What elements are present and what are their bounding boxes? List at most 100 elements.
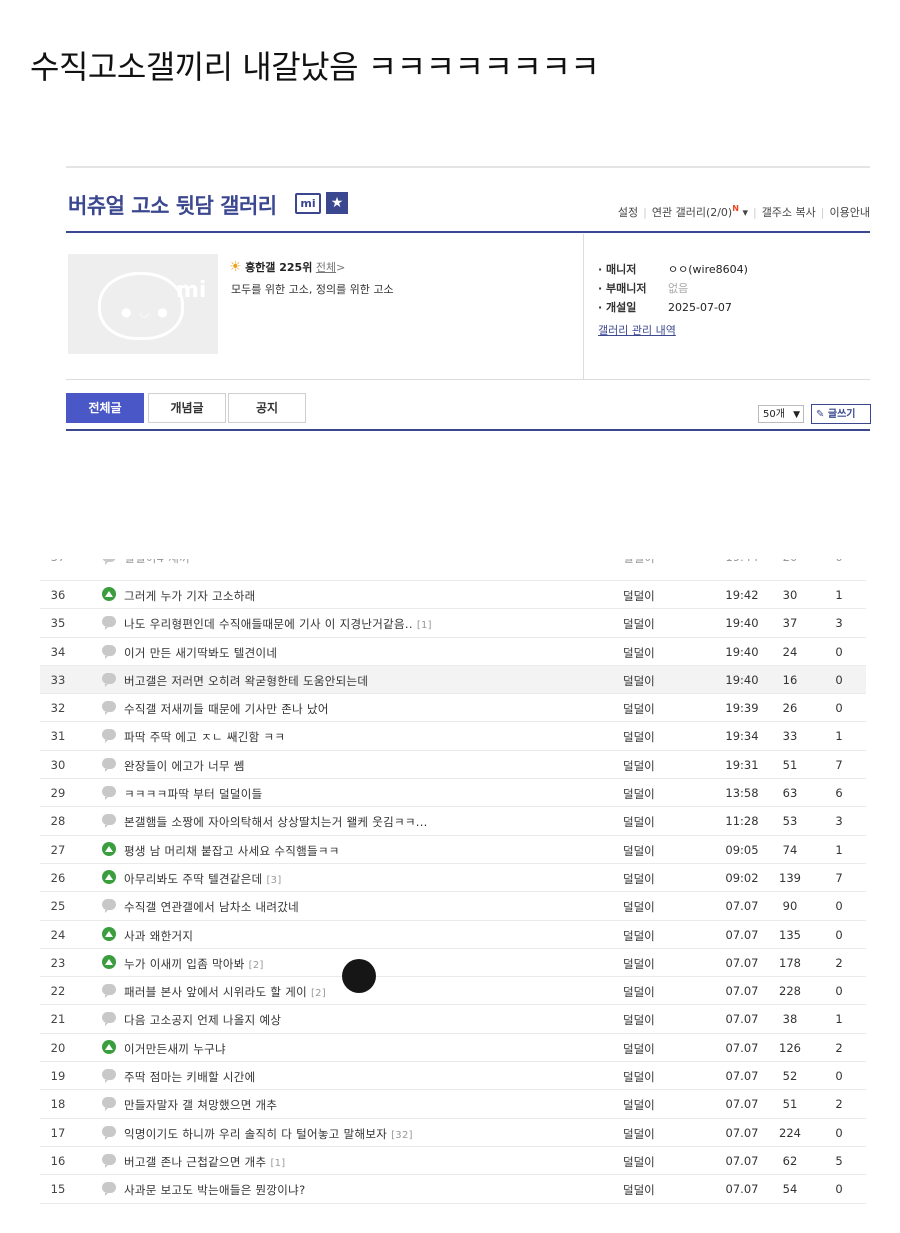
gallery-history-link[interactable]: 갤러리 관리 내역 xyxy=(598,324,676,337)
reply-count[interactable]: [2] xyxy=(249,960,264,971)
post-writer[interactable]: 덜덜이 xyxy=(623,758,655,774)
table-row[interactable]: 33 버고갤은 저러면 오히려 왁굳형한테 도움안되는데 덜덜이 19:40 16 0 xyxy=(40,665,866,695)
post-writer[interactable]: 덜덜이 xyxy=(623,1182,655,1198)
post-writer[interactable]: 덜덜이 xyxy=(623,871,655,887)
reply-count[interactable]: [2] xyxy=(311,988,326,999)
copy-address-link[interactable]: 갤주소 복사 xyxy=(762,206,816,219)
post-list: 37덜덜이4 새끼덜덜이19:4420036그러게 누가 기자 고소하래덜덜이1… xyxy=(40,559,866,1204)
table-row[interactable]: 32 수직갤 저새끼들 때문에 기사만 존나 났어 덜덜이 19:39 26 0 xyxy=(40,694,866,723)
post-title-link[interactable]: 아무리봐도 주딱 텔견같은데 [3] xyxy=(124,871,282,887)
post-title-link[interactable]: ㅋㅋㅋㅋ파딱 부터 덜덜이들 xyxy=(124,786,266,802)
related-gallery-link[interactable]: 연관 갤러리(2/0) xyxy=(652,206,732,219)
new-badge: N xyxy=(732,204,739,213)
chevron-down-icon[interactable]: ▾ xyxy=(742,206,748,219)
post-date: 13:58 xyxy=(725,786,759,801)
table-row[interactable]: 30 완장들이 에고가 너무 쎔 덜덜이 19:31 51 7 xyxy=(40,751,866,780)
rank-all-link[interactable]: 전체 xyxy=(316,261,336,274)
reply-count[interactable]: [32] xyxy=(391,1130,413,1141)
post-writer[interactable]: 덜덜이 xyxy=(623,673,655,689)
post-title-link[interactable]: 덜덜이4 새끼 xyxy=(124,559,194,566)
post-title-link[interactable]: 평생 남 머리채 붙잡고 사세요 수직햄들ㅋㅋ xyxy=(124,843,344,859)
reply-count[interactable]: [1] xyxy=(417,620,432,631)
post-title-link[interactable]: 이거 만든 새기딱봐도 텔견이네 xyxy=(124,645,281,661)
post-writer[interactable]: 덜덜이 xyxy=(623,956,655,972)
post-title-link[interactable]: 완장들이 에고가 너무 쎔 xyxy=(124,758,249,774)
post-writer[interactable]: 덜덜이 xyxy=(623,928,655,944)
table-row[interactable]: 37 덜덜이4 새끼 덜덜이 19:4420 0 xyxy=(40,559,866,581)
post-title-link[interactable]: 수직갤 저새끼들 때문에 기사만 존나 났어 xyxy=(124,701,333,717)
post-title-link[interactable]: 버고갤 존나 근첩같으면 개추 [1] xyxy=(124,1154,286,1170)
post-writer[interactable]: 덜덜이 xyxy=(623,616,655,632)
write-button[interactable]: ✎ 글쓰기 xyxy=(811,404,871,424)
table-row[interactable]: 22 패러블 본사 앞에서 시위라도 할 게이 [2] 덜덜이 07.07 228 0 xyxy=(40,977,866,1006)
table-row[interactable]: 17 익명이기도 하니까 우리 솔직히 다 털어놓고 말해보자 [32] 덜덜이 07.… xyxy=(40,1119,866,1147)
post-writer[interactable]: 덜덜이 xyxy=(623,1012,655,1028)
post-title-link[interactable]: 사과 왜한거지 xyxy=(124,928,197,944)
post-writer[interactable]: 덜덜이 xyxy=(623,899,655,915)
guide-link[interactable]: 이용안내 xyxy=(830,206,870,219)
reply-count[interactable]: [1] xyxy=(270,1158,285,1169)
settings-link[interactable]: 설정 xyxy=(618,206,638,219)
tab-all[interactable]: 전체글 xyxy=(66,393,144,423)
reply-count[interactable]: [3] xyxy=(266,875,281,886)
table-row[interactable]: 15 사과문 보고도 박는애들은 뭔깡이냐? 덜덜이 07.07 54 0 xyxy=(40,1175,866,1204)
post-writer[interactable]: 덜덜이 xyxy=(623,729,655,745)
table-row[interactable]: 31 파딱 주딱 에고 ㅈㄴ 쌔긴함 ㅋㅋ 덜덜이 19:34 33 1 xyxy=(40,722,866,751)
post-title-link[interactable]: 다음 고소공지 언제 나올지 예상 xyxy=(124,1012,285,1028)
mini-gallery-badge: mi xyxy=(295,193,321,214)
table-row[interactable]: 27 평생 남 머리채 붙잡고 사세요 수직햄들ㅋㅋ 덜덜이 09:05 74 1 xyxy=(40,836,866,864)
manager-value[interactable]: ㅇㅇ(wire8604) xyxy=(668,263,748,276)
post-title-link[interactable]: 패러블 본사 앞에서 시위라도 할 게이 [2] xyxy=(124,984,326,1000)
table-row[interactable]: 16 버고갤 존나 근첩같으면 개추 [1] 덜덜이 07.07 62 5 xyxy=(40,1147,866,1176)
post-writer[interactable]: 덜덜이 xyxy=(623,1041,655,1057)
tab-concept[interactable]: 개념글 xyxy=(148,393,226,423)
post-writer[interactable]: 덜덜이 xyxy=(623,843,655,859)
table-row[interactable]: 29 ㅋㅋㅋㅋ파딱 부터 덜덜이들 덜덜이 13:58 63 6 xyxy=(40,779,866,808)
post-writer[interactable]: 덜덜이 xyxy=(623,588,655,604)
table-row[interactable]: 23 누가 이새끼 입좀 막아봐 [2] 덜덜이 07.07 178 2 xyxy=(40,949,866,978)
post-title-link[interactable]: 버고갤은 저러면 오히려 왁굳형한테 도움안되는데 xyxy=(124,673,372,689)
post-recommends: 0 xyxy=(835,701,843,716)
post-writer[interactable]: 덜덜이 xyxy=(623,984,655,1000)
gallery-name[interactable]: 버츄얼 고소 뒷담 갤러리 xyxy=(68,190,277,220)
post-title-link[interactable]: 만들자말자 갤 쳐망했으면 개추 xyxy=(124,1097,281,1113)
table-row[interactable]: 34 이거 만든 새기딱봐도 텔견이네 덜덜이 19:40 24 0 xyxy=(40,638,866,666)
post-writer[interactable]: 덜덜이 xyxy=(623,814,655,830)
post-writer[interactable]: 덜덜이 xyxy=(623,645,655,661)
post-title-link[interactable]: 누가 이새끼 입좀 막아봐 [2] xyxy=(124,956,264,972)
post-title-link[interactable]: 수직갤 연관갤에서 남차소 내려갔네 xyxy=(124,899,303,915)
post-date: 11:28 xyxy=(725,814,759,829)
post-writer[interactable]: 덜덜이 xyxy=(623,1097,655,1113)
post-writer[interactable]: 덜덜이 xyxy=(623,1154,655,1170)
tab-notice[interactable]: 공지 xyxy=(228,393,306,423)
table-row[interactable]: 36 그러게 누가 기자 고소하래 덜덜이 19:42 30 1 xyxy=(40,581,866,610)
table-row[interactable]: 25 수직갤 연관갤에서 남차소 내려갔네 덜덜이 07.07 90 0 xyxy=(40,892,866,921)
post-title-link[interactable]: 나도 우리형편인데 수직애들때문에 기사 이 지경난거같음.. [1] xyxy=(124,616,432,632)
table-row[interactable]: 24 사과 왜한거지 덜덜이 07.07 135 0 xyxy=(40,921,866,949)
post-title-link[interactable]: 이거만든새끼 누구냐 xyxy=(124,1041,230,1057)
post-writer[interactable]: 덜덜이 xyxy=(623,786,655,802)
post-count-select[interactable]: 50개 ▼ xyxy=(758,405,804,423)
post-title-link[interactable]: 익명이기도 하니까 우리 솔직히 다 털어놓고 말해보자 [32] xyxy=(124,1126,413,1142)
post-writer[interactable]: 덜덜이 xyxy=(623,559,655,566)
post-writer[interactable]: 덜덜이 xyxy=(623,1126,655,1142)
post-writer[interactable]: 덜덜이 xyxy=(623,701,655,717)
table-row[interactable]: 19 주딱 점마는 키배할 시간에 덜덜이 07.07 52 0 xyxy=(40,1062,866,1091)
table-row[interactable]: 21 다음 고소공지 언제 나올지 예상 덜덜이 07.07 38 1 xyxy=(40,1005,866,1034)
table-row[interactable]: 28 본갤햄들 소짱에 자아의탁해서 상상딸치는거 왤케 웃김ㅋㅋ... 덜덜이 11… xyxy=(40,807,866,836)
post-title-link[interactable]: 주딱 점마는 키배할 시간에 xyxy=(124,1069,260,1085)
chevron-down-icon: ▼ xyxy=(793,410,800,420)
post-recommends: 3 xyxy=(835,814,843,829)
post-title-link[interactable]: 파딱 주딱 에고 ㅈㄴ 쌔긴함 ㅋㅋ xyxy=(124,729,289,745)
table-row[interactable]: 20 이거만든새끼 누구냐 덜덜이 07.07 126 2 xyxy=(40,1034,866,1063)
post-writer[interactable]: 덜덜이 xyxy=(623,1069,655,1085)
table-row[interactable]: 35 나도 우리형편인데 수직애들때문에 기사 이 지경난거같음.. [1] 덜덜이 1… xyxy=(40,609,866,638)
post-title-link[interactable]: 그러게 누가 기자 고소하래 xyxy=(124,588,260,604)
table-row[interactable]: 18 만들자말자 갤 쳐망했으면 개추 덜덜이 07.07 51 2 xyxy=(40,1090,866,1119)
favorite-star-icon[interactable]: ★ xyxy=(326,192,348,214)
post-title-link[interactable]: 본갤햄들 소짱에 자아의탁해서 상상딸치는거 왤케 웃김ㅋㅋ... xyxy=(124,814,432,830)
post-title-link[interactable]: 사과문 보고도 박는애들은 뭔깡이냐? xyxy=(124,1182,309,1198)
post-number: 32 xyxy=(50,701,66,716)
table-row[interactable]: 26 아무리봐도 주딱 텔견같은데 [3] 덜덜이 09:02 139 7 xyxy=(40,864,866,893)
speech-bubble-icon xyxy=(102,1096,116,1112)
